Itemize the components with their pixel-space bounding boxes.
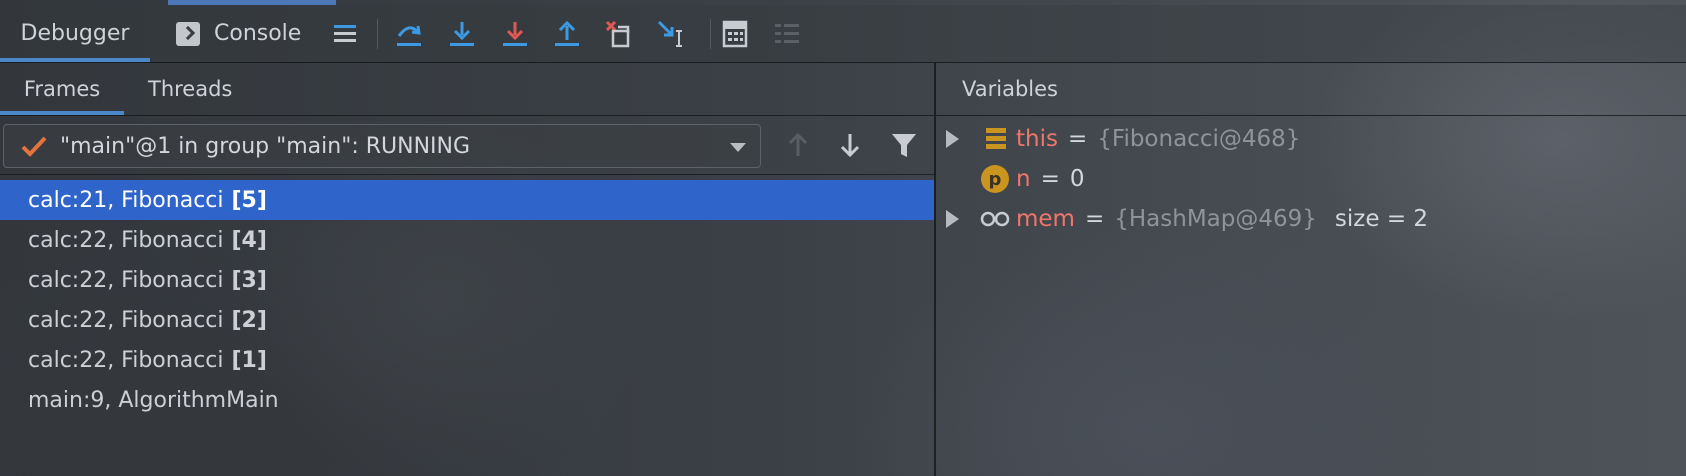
variable-row[interactable]: p n = 0 <box>936 159 1686 199</box>
trace-icon <box>775 24 799 43</box>
frame-row[interactable]: main:9, AlgorithmMain <box>0 380 934 420</box>
frame-row[interactable]: calc:22, Fibonacci [1] <box>0 340 934 380</box>
variable-value: 0 <box>1069 166 1085 192</box>
tab-debugger[interactable]: Debugger <box>0 5 150 62</box>
frames-list: calc:21, Fibonacci [5] calc:22, Fibonacc… <box>0 180 934 420</box>
parameter-badge-letter: p <box>981 165 1009 193</box>
arrow-up-icon <box>788 132 808 156</box>
variable-text: mem = {HashMap@469} size = 2 <box>1016 199 1428 239</box>
step-over-icon <box>397 25 421 46</box>
debugger-toolbar: Debugger Console <box>0 5 1686 63</box>
tab-threads[interactable]: Threads <box>148 63 232 115</box>
show-execution-point-button[interactable] <box>330 19 360 49</box>
thread-selector-value: "main"@1 in group "main": RUNNING <box>60 133 471 159</box>
checkmark-icon <box>18 130 50 162</box>
frame-depth: [4] <box>231 227 267 253</box>
thread-bar: "main"@1 in group "main": RUNNING <box>0 116 934 175</box>
variable-extra-info: size = 2 <box>1334 206 1429 232</box>
variables-header: Variables <box>936 63 1686 116</box>
filter-icon <box>892 134 916 157</box>
toolbar-separator <box>710 19 711 49</box>
tab-debugger-label: Debugger <box>20 21 130 46</box>
frame-depth: [1] <box>231 347 267 373</box>
force-step-into-icon <box>503 22 527 46</box>
console-icon <box>176 21 200 46</box>
tab-frames[interactable]: Frames <box>0 63 124 115</box>
tab-active-indicator <box>0 111 124 115</box>
frame-row[interactable]: calc:22, Fibonacci [2] <box>0 300 934 340</box>
frame-label: calc:22, Fibonacci <box>28 267 224 293</box>
tab-console[interactable]: Console <box>176 5 301 62</box>
run-to-cursor-icon <box>657 20 682 47</box>
step-out-button[interactable] <box>552 19 582 49</box>
variable-name: this <box>1016 126 1058 152</box>
variable-row[interactable]: mem = {HashMap@469} size = 2 <box>936 199 1686 239</box>
field-icon <box>980 125 1010 153</box>
variable-name: n <box>1016 166 1031 192</box>
run-to-cursor-button[interactable] <box>656 19 686 49</box>
calculator-icon <box>722 20 748 48</box>
tab-threads-label: Threads <box>148 77 233 101</box>
tab-console-label: Console <box>214 21 302 46</box>
tab-frames-label: Frames <box>23 77 101 101</box>
variable-text: n = 0 <box>1016 159 1085 199</box>
arrow-down-icon <box>840 134 860 158</box>
frame-depth: [5] <box>231 187 267 213</box>
expand-arrow-icon[interactable] <box>946 210 959 228</box>
frame-label: calc:21, Fibonacci <box>28 187 224 213</box>
step-over-button[interactable] <box>394 19 424 49</box>
frame-label: calc:22, Fibonacci <box>28 347 224 373</box>
frame-row[interactable]: calc:22, Fibonacci [4] <box>0 220 934 260</box>
thread-selector[interactable]: "main"@1 in group "main": RUNNING <box>3 124 761 168</box>
previous-frame-button[interactable] <box>783 130 813 160</box>
frame-depth: [3] <box>231 267 267 293</box>
variables-panel: Variables this = {Fibonacci@468} p n = 0 <box>934 63 1686 476</box>
variable-text: this = {Fibonacci@468} <box>1016 119 1300 159</box>
frame-row[interactable]: calc:21, Fibonacci [5] <box>0 180 934 220</box>
variable-row[interactable]: this = {Fibonacci@468} <box>936 119 1686 159</box>
toolbar-separator <box>377 19 378 49</box>
frame-label: calc:22, Fibonacci <box>28 307 224 333</box>
trace-current-stream-button[interactable] <box>772 19 802 49</box>
variable-equals: = <box>1040 166 1060 192</box>
step-into-icon <box>450 22 474 46</box>
frames-subtabs: Frames Threads <box>0 63 934 116</box>
chevron-down-icon <box>730 143 746 152</box>
watch-glasses-icon <box>980 205 1010 233</box>
variable-equals: = <box>1084 206 1105 232</box>
frame-label: calc:22, Fibonacci <box>28 227 224 253</box>
variable-equals: = <box>1067 126 1088 152</box>
step-into-button[interactable] <box>447 19 477 49</box>
variables-title: Variables <box>962 77 1058 101</box>
drop-frame-button[interactable] <box>604 19 634 49</box>
list-icon <box>334 25 356 42</box>
force-step-into-button[interactable] <box>500 19 530 49</box>
frames-panel: Frames Threads "main"@1 in group "main":… <box>0 63 934 476</box>
variable-value: {Fibonacci@468} <box>1097 126 1301 152</box>
tab-active-indicator <box>0 58 150 62</box>
variable-name: mem <box>1016 206 1075 232</box>
evaluate-expression-button[interactable] <box>720 19 750 49</box>
filter-frames-button[interactable] <box>889 130 919 160</box>
drop-frame-icon <box>605 20 630 48</box>
expand-arrow-icon[interactable] <box>946 130 959 148</box>
frame-depth: [2] <box>231 307 267 333</box>
next-frame-button[interactable] <box>835 130 865 160</box>
frame-label: main:9, AlgorithmMain <box>28 387 279 413</box>
parameter-icon: p <box>980 165 1010 193</box>
step-out-icon <box>555 20 579 46</box>
variable-value: {HashMap@469} <box>1114 206 1317 232</box>
frame-row[interactable]: calc:22, Fibonacci [3] <box>0 260 934 300</box>
